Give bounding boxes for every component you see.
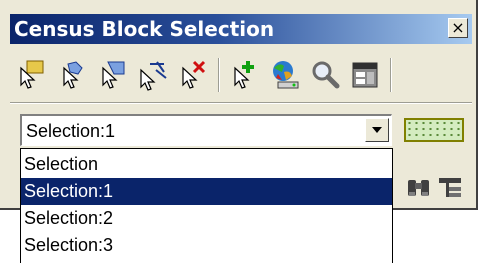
toolbar-divider [10, 102, 472, 104]
close-icon: × [451, 18, 465, 37]
select-features-button[interactable] [16, 58, 50, 92]
table-view-button[interactable] [348, 58, 382, 92]
dropdown-option-selection-2[interactable]: Selection:2 [21, 205, 392, 232]
table-view-icon [352, 62, 378, 88]
dropdown-option-selection[interactable]: Selection [21, 151, 392, 178]
clear-selection-button[interactable] [176, 58, 210, 92]
binoculars-icon [408, 180, 429, 196]
select-by-line-icon [140, 61, 167, 91]
selection-combo-box[interactable]: Selection:1 [20, 114, 392, 146]
add-to-selection-button[interactable] [228, 58, 262, 92]
color-globe-button[interactable] [268, 58, 302, 92]
tree-icon [439, 178, 461, 197]
toolbar-separator [218, 58, 220, 92]
zoom-to-selection-button[interactable] [308, 58, 342, 92]
selection-toolbar [10, 50, 472, 100]
select-by-point-button[interactable] [56, 58, 90, 92]
attribute-tree-button[interactable] [436, 172, 466, 202]
title-bar[interactable]: Census Block Selection × [10, 14, 472, 44]
select-features-icon [20, 60, 44, 89]
select-by-point-icon [63, 61, 83, 89]
zoom-to-selection-icon [312, 61, 340, 89]
toolbar-separator [390, 58, 392, 92]
close-button[interactable]: × [448, 18, 468, 38]
selection-combo-value: Selection:1 [26, 121, 116, 141]
combo-dropdown-button[interactable] [365, 118, 389, 142]
dropdown-option-selection-3[interactable]: Selection:3 [21, 232, 392, 259]
add-to-selection-icon [234, 61, 254, 89]
color-globe-icon [273, 61, 299, 89]
select-by-polygon-button[interactable] [96, 58, 130, 92]
select-by-line-button[interactable] [136, 58, 170, 92]
selection-symbol-swatch[interactable] [404, 118, 464, 142]
dropdown-option-selection-1[interactable]: Selection:1 [21, 178, 392, 205]
clear-selection-icon [182, 60, 206, 89]
find-button[interactable] [404, 172, 434, 202]
window-title: Census Block Selection [14, 17, 275, 41]
select-by-polygon-icon [102, 61, 125, 89]
selection-dropdown-list: Selection Selection:1 Selection:2 Select… [20, 148, 393, 263]
